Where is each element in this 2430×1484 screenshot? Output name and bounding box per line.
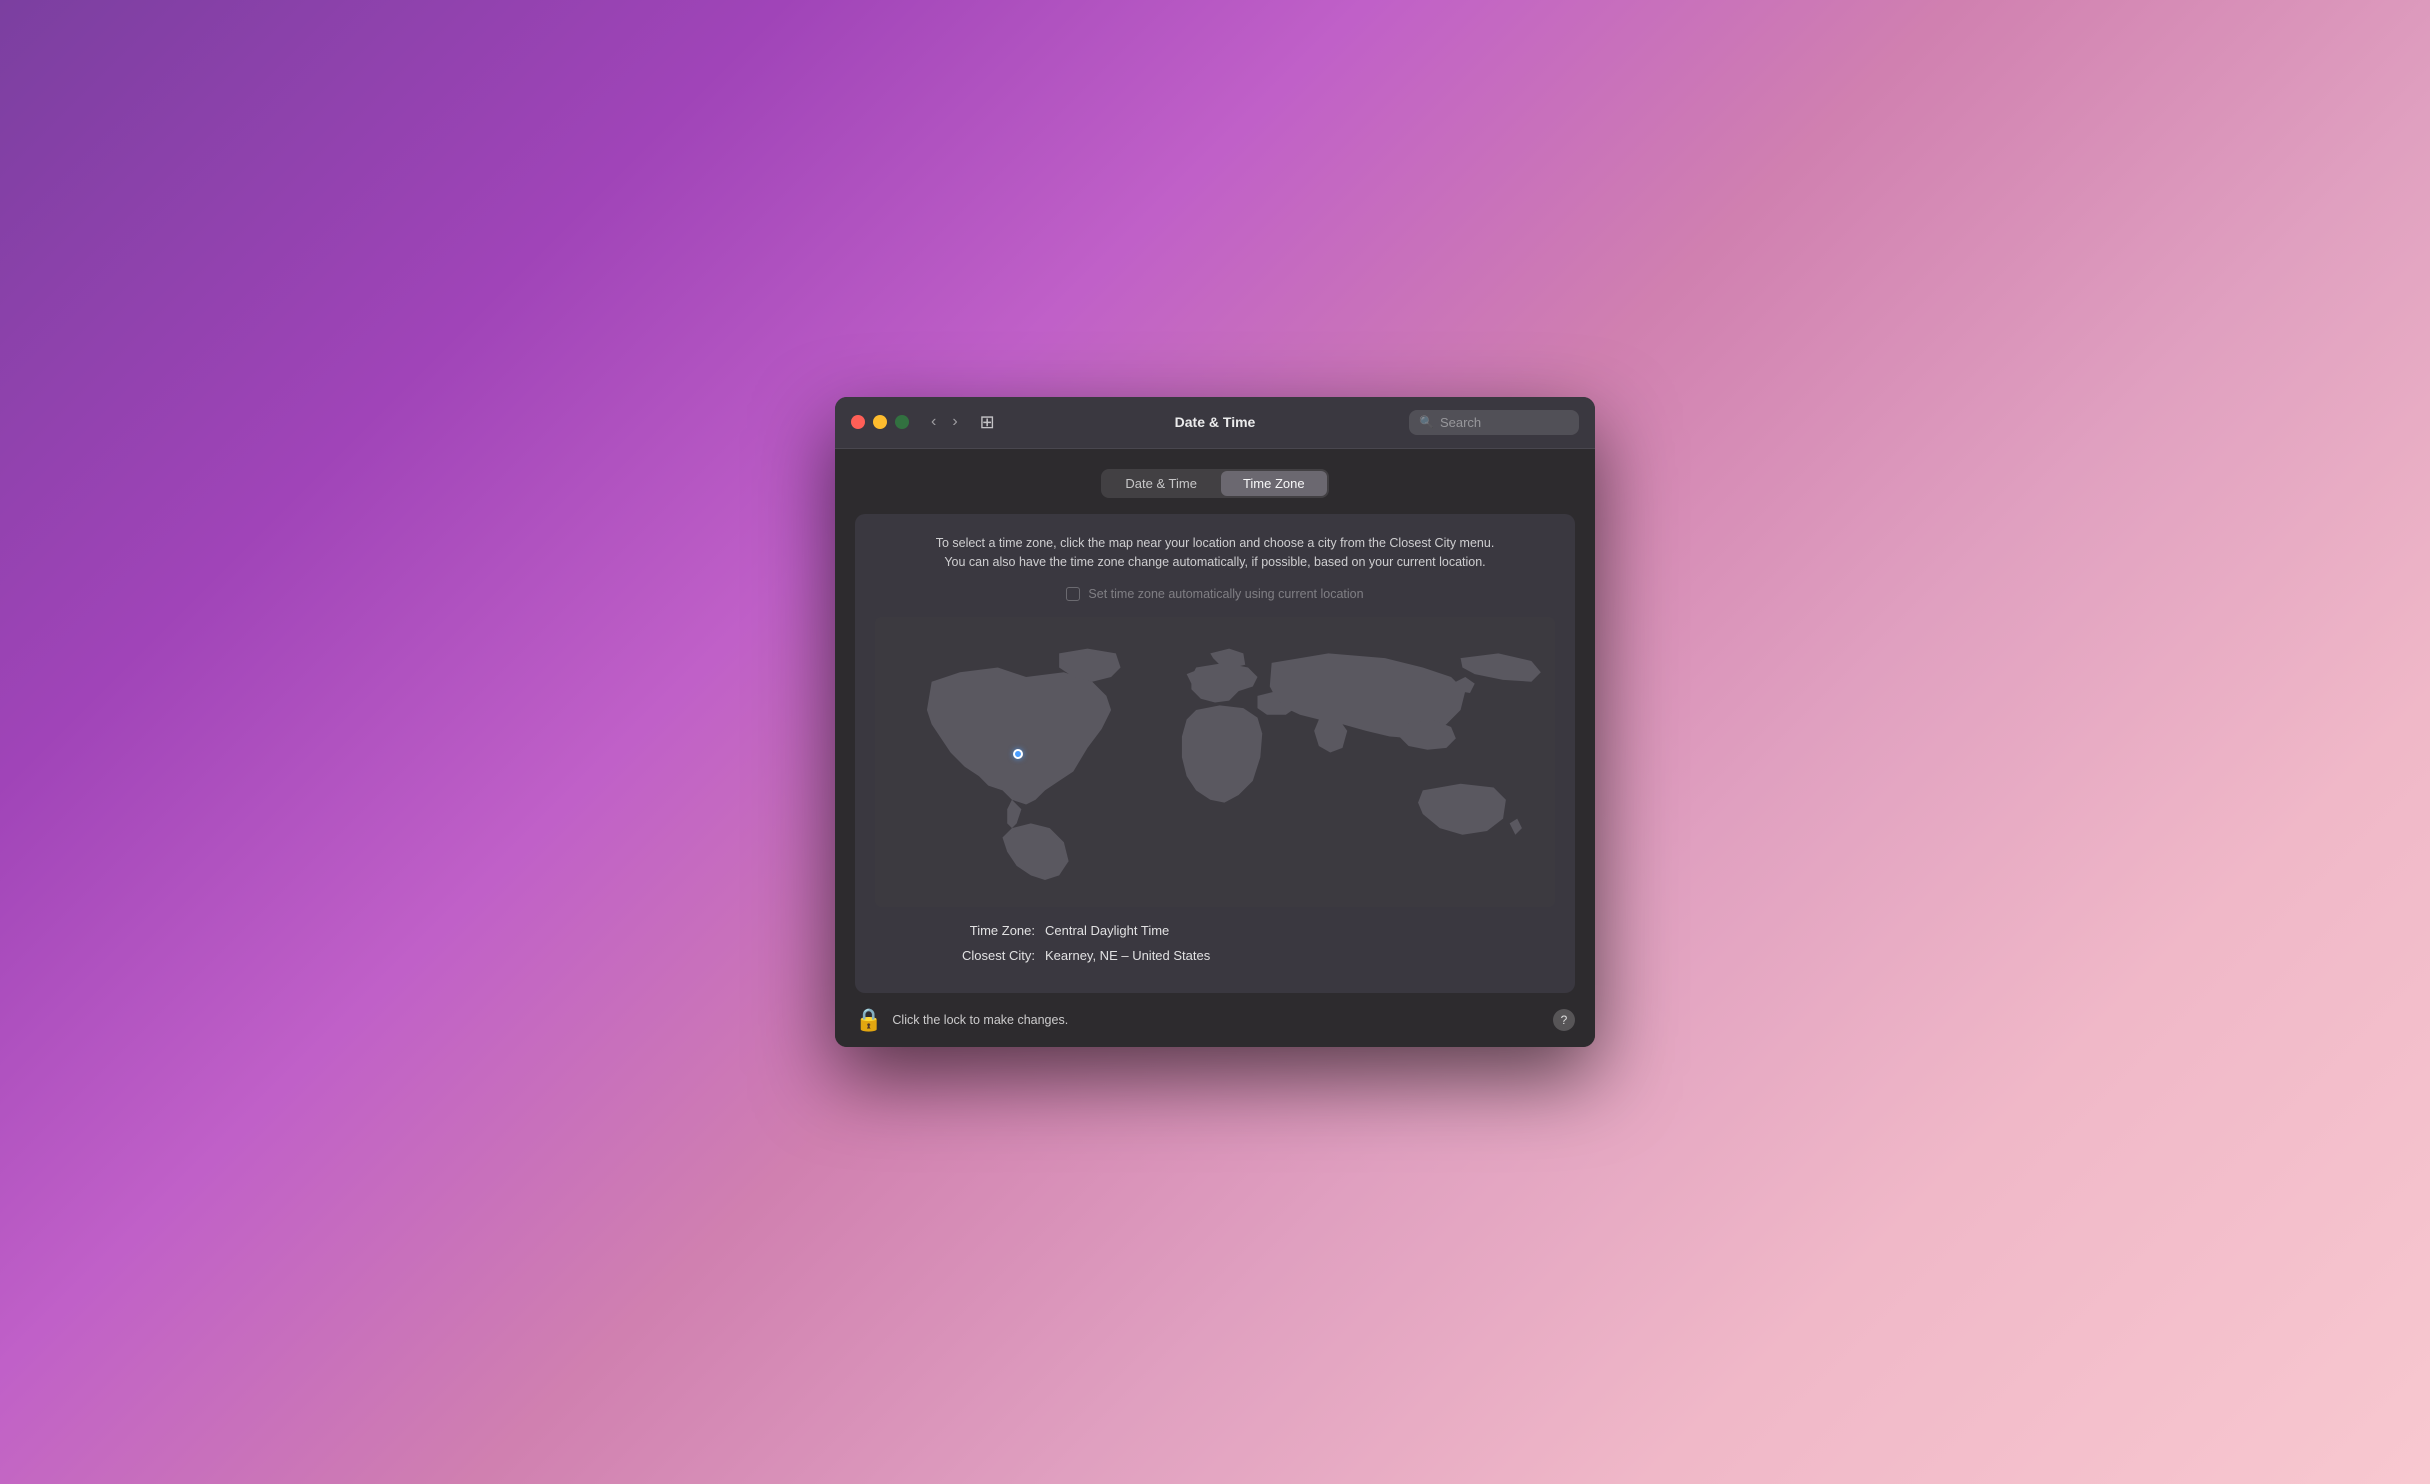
system-preferences-window: ‹ › ⊞ Date & Time 🔍 Search Date & Time T…	[835, 397, 1595, 1048]
closest-city-row: Closest City: Kearney, NE – United State…	[875, 948, 1555, 963]
timezone-row: Time Zone: Central Daylight Time	[875, 923, 1555, 938]
minimize-button[interactable]	[873, 415, 887, 429]
closest-city-label: Closest City:	[915, 948, 1035, 963]
timezone-value: Central Daylight Time	[1045, 923, 1169, 938]
closest-city-value: Kearney, NE – United States	[1045, 948, 1210, 963]
auto-timezone-row: Set time zone automatically using curren…	[875, 587, 1555, 601]
location-dot	[1013, 749, 1023, 759]
window-title: Date & Time	[1175, 414, 1256, 430]
all-prefs-button[interactable]: ⊞	[972, 408, 1003, 437]
tab-bar: Date & Time Time Zone	[855, 469, 1575, 498]
search-bar[interactable]: 🔍 Search	[1409, 410, 1579, 435]
auto-timezone-checkbox[interactable]	[1066, 587, 1080, 601]
footer: 🔒 Click the lock to make changes. ?	[835, 993, 1595, 1047]
forward-button[interactable]: ›	[946, 409, 963, 435]
back-button[interactable]: ‹	[925, 409, 942, 435]
lock-text: Click the lock to make changes.	[892, 1013, 1068, 1027]
lock-icon[interactable]: 🔒	[855, 1007, 882, 1033]
timezone-label: Time Zone:	[915, 923, 1035, 938]
main-panel: To select a time zone, click the map nea…	[855, 514, 1575, 994]
traffic-lights	[851, 415, 909, 429]
tab-time-zone[interactable]: Time Zone	[1221, 471, 1327, 496]
tab-group: Date & Time Time Zone	[1101, 469, 1328, 498]
help-button[interactable]: ?	[1553, 1009, 1575, 1031]
search-icon: 🔍	[1419, 415, 1434, 429]
tab-date-time[interactable]: Date & Time	[1103, 471, 1219, 496]
auto-timezone-label: Set time zone automatically using curren…	[1088, 587, 1363, 601]
maximize-button[interactable]	[895, 415, 909, 429]
nav-buttons: ‹ ›	[925, 409, 964, 435]
description-text: To select a time zone, click the map nea…	[875, 534, 1555, 572]
map-svg	[875, 617, 1555, 907]
title-bar: ‹ › ⊞ Date & Time 🔍 Search	[835, 397, 1595, 449]
description-line1: To select a time zone, click the map nea…	[936, 536, 1495, 550]
close-button[interactable]	[851, 415, 865, 429]
description-line2: You can also have the time zone change a…	[944, 555, 1485, 569]
content-area: Date & Time Time Zone To select a time z…	[835, 449, 1595, 994]
world-map[interactable]	[875, 617, 1555, 907]
search-placeholder: Search	[1440, 415, 1481, 430]
